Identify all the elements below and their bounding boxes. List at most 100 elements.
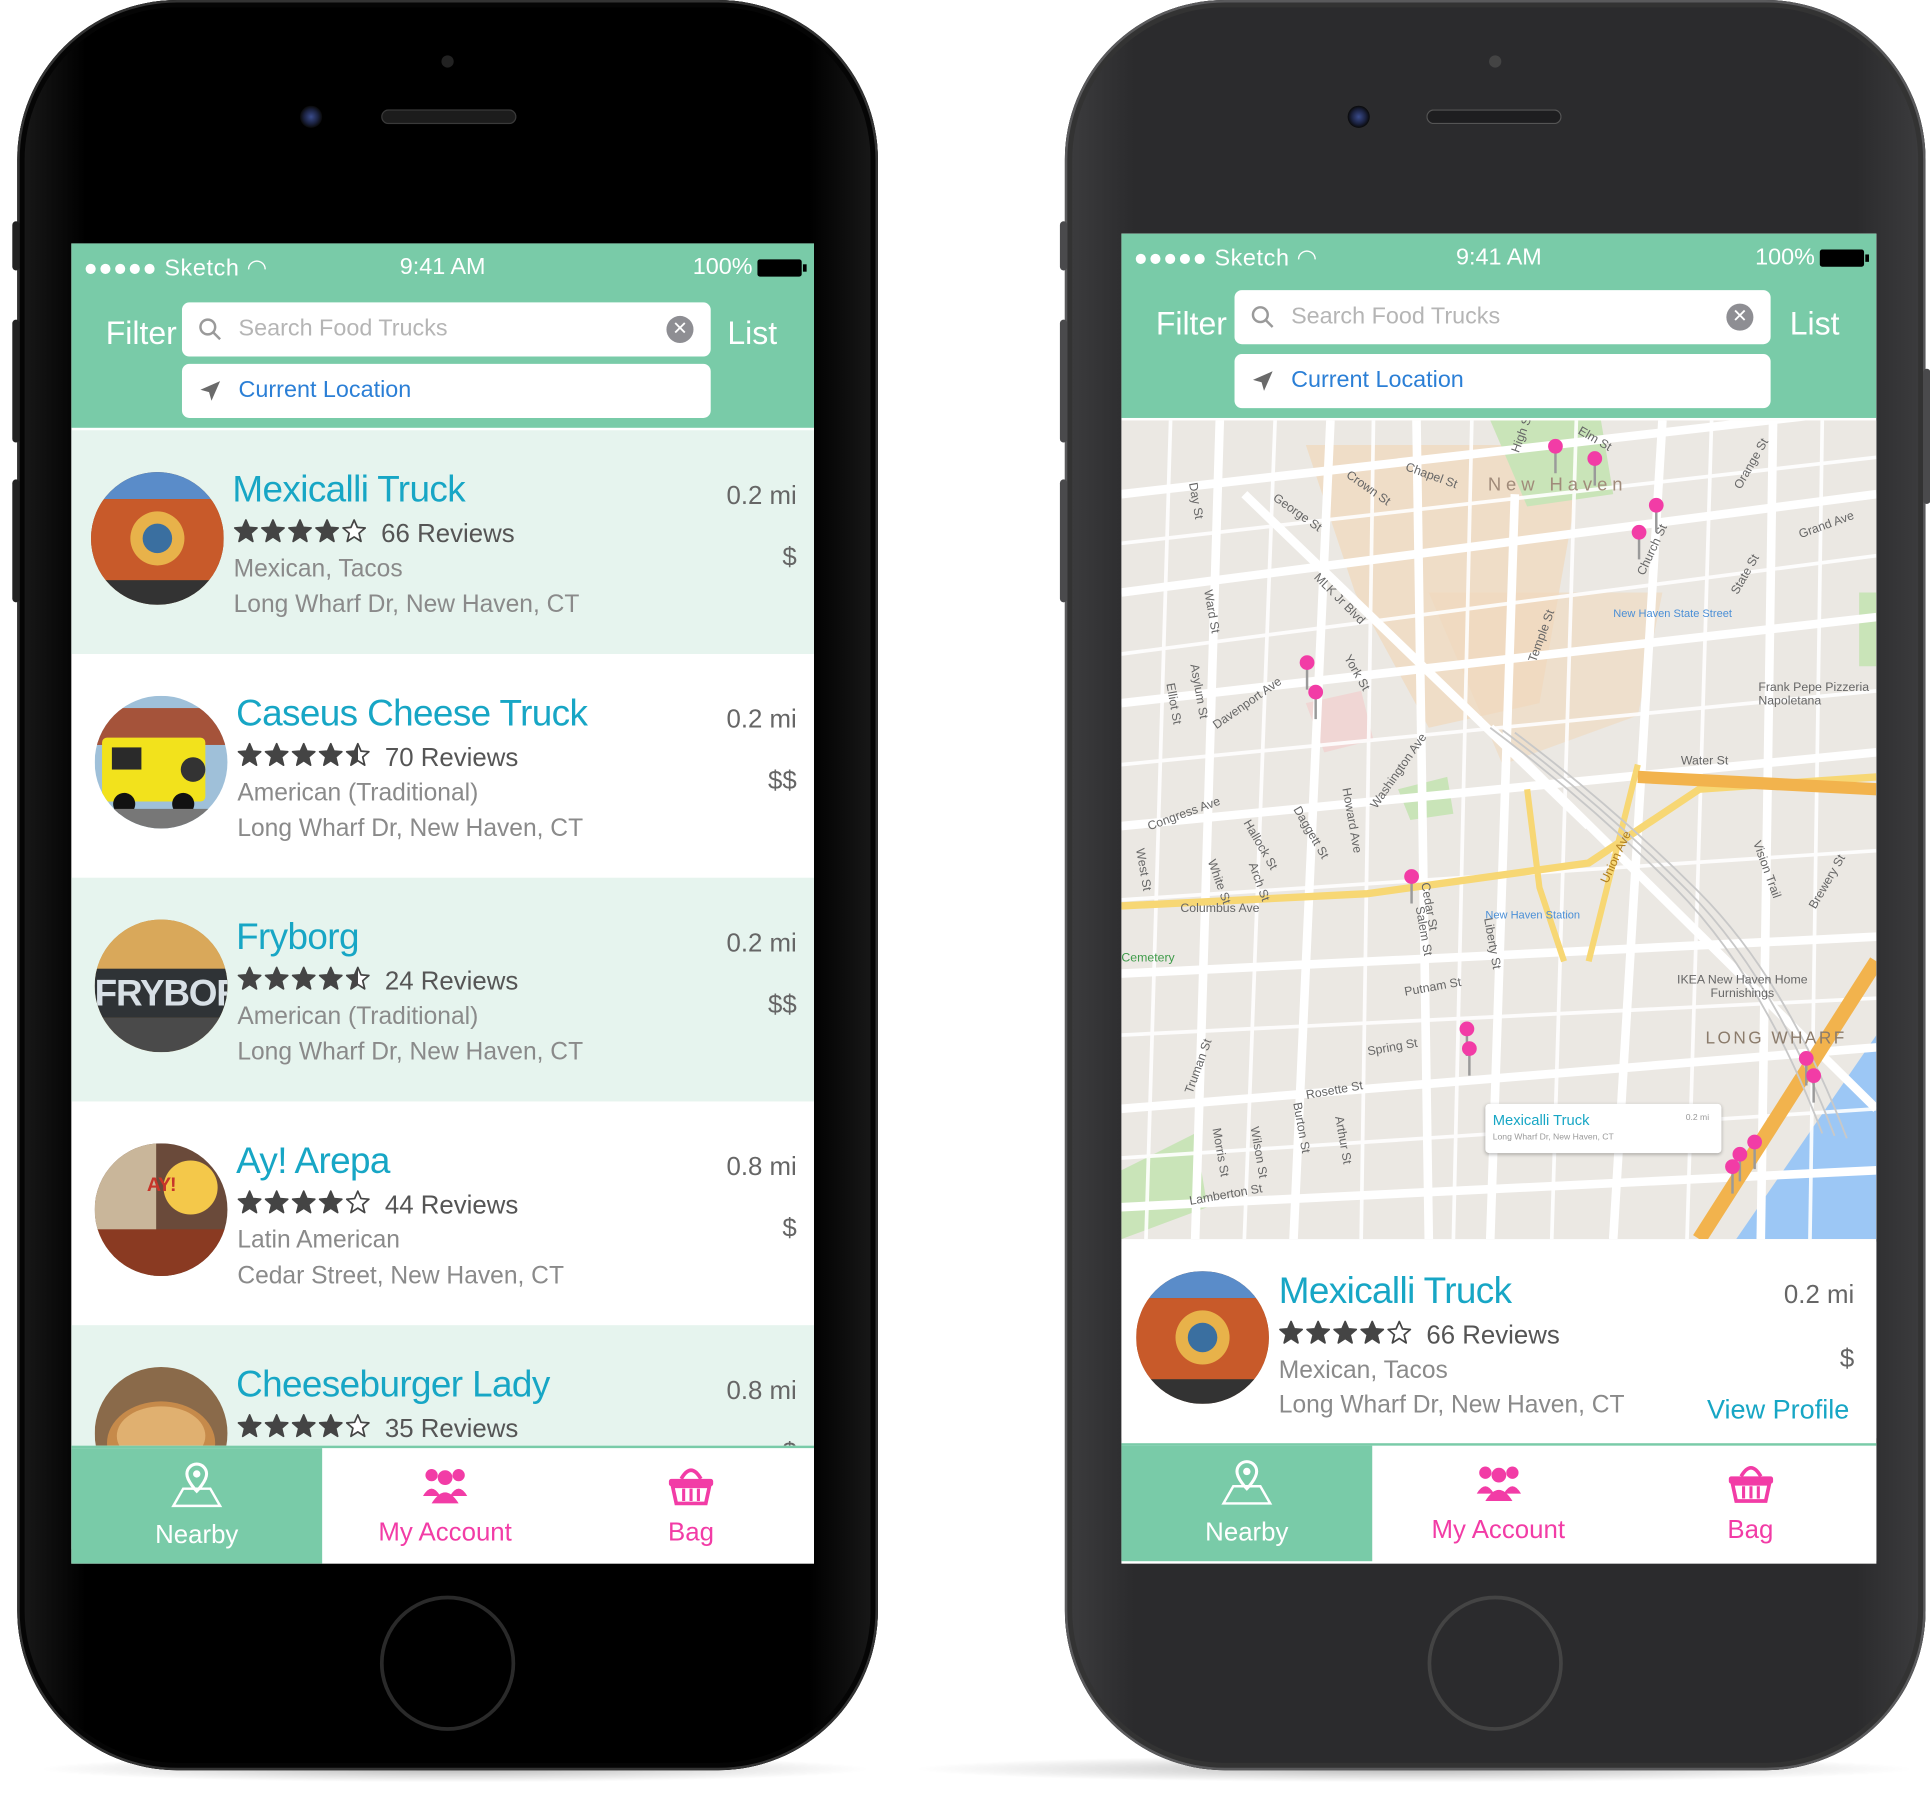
battery-icon [757, 259, 807, 277]
tab-my-account[interactable]: My Account [322, 1448, 568, 1564]
star-icon [1360, 1320, 1385, 1352]
star-icon [288, 519, 313, 551]
truck-name[interactable]: Cheeseburger Lady [236, 1365, 550, 1407]
filter-button[interactable]: Filter [1156, 305, 1227, 343]
tab-bag[interactable]: Bag [1624, 1446, 1876, 1562]
list-toggle-button[interactable]: List [1790, 305, 1840, 343]
users-icon [1474, 1462, 1523, 1511]
detail-distance: 0.2 mi [1783, 1280, 1855, 1310]
truck-address: Long Wharf Dr, New Haven, CT [237, 1038, 584, 1066]
detail-rating: 66 Reviews [1279, 1320, 1560, 1352]
filter-button[interactable]: Filter [106, 315, 177, 353]
tab-nearby[interactable]: Nearby [71, 1448, 323, 1564]
battery-indicator: 100% [1755, 245, 1869, 272]
search-input[interactable]: Search Food Trucks ✕ [1234, 290, 1771, 345]
truck-map-pin[interactable] [1461, 1040, 1478, 1077]
star-icon [1387, 1320, 1412, 1352]
star-icon [318, 742, 343, 774]
volume-down-button [1059, 479, 1068, 603]
home-button[interactable] [379, 1595, 516, 1731]
map-view[interactable]: New Haven LONG WHARF Chapel St George St… [1121, 420, 1877, 1240]
truck-map-pin[interactable] [1586, 450, 1603, 487]
detail-price: $ [1839, 1344, 1855, 1374]
star-icon [318, 966, 343, 998]
truck-name[interactable]: Fryborg [236, 917, 359, 959]
truck-category: American (Traditional) [237, 779, 479, 807]
star-icon [264, 1414, 289, 1446]
map-area-label: New Haven [1487, 474, 1628, 496]
truck-address: Cedar Street, New Haven, CT [237, 1262, 564, 1290]
truck-list-item[interactable]: Mexicalli Truck 66 Reviews Mexican, Taco… [71, 430, 814, 654]
star-icon [291, 1414, 316, 1446]
star-rating [1279, 1320, 1412, 1352]
users-icon [421, 1464, 470, 1513]
detail-truck-name[interactable]: Mexicalli Truck [1279, 1271, 1512, 1313]
truck-rating: 24 Reviews [237, 966, 518, 998]
truck-avatar [94, 695, 228, 829]
truck-map-pin[interactable] [1724, 1158, 1741, 1195]
tab-bar: Nearby My Account Bag [71, 1445, 814, 1564]
search-input[interactable]: Search Food Trucks ✕ [181, 302, 711, 357]
tab-bag[interactable]: Bag [568, 1448, 814, 1564]
truck-category: Latin American [237, 1226, 400, 1254]
selected-truck-card[interactable]: Mexicalli Truck 66 Reviews Mexican, Taco… [1121, 1241, 1877, 1439]
truck-name[interactable]: Ay! Arepa [236, 1141, 390, 1183]
truck-list-item[interactable]: AY! Ay! Arepa 44 Reviews Latin American … [71, 1101, 814, 1325]
truck-distance: 0.8 mi [726, 1376, 797, 1406]
battery-icon [1819, 249, 1869, 267]
tab-nearby[interactable]: Nearby [1121, 1445, 1373, 1562]
view-profile-link[interactable]: View Profile [1707, 1394, 1849, 1426]
truck-rating: 44 Reviews [237, 1190, 518, 1222]
truck-avatar: FRYBORG [94, 919, 228, 1053]
star-icon [264, 966, 289, 998]
star-icon [237, 966, 262, 998]
phone-map-view: ●●●●● Sketch ◠ 9:41 AM 100% Filter List … [1059, 0, 1930, 1771]
tab-my-account[interactable]: My Account [1372, 1446, 1624, 1562]
truck-map-pin[interactable] [1805, 1067, 1822, 1104]
star-icon [237, 1190, 262, 1222]
location-input[interactable]: Current Location [181, 363, 711, 418]
star-icon [291, 966, 316, 998]
truck-avatar: AY! [94, 1143, 228, 1277]
home-button[interactable] [1427, 1595, 1563, 1731]
volume-up-button [1059, 319, 1068, 443]
truck-rating: 35 Reviews [237, 1414, 518, 1446]
truck-map-pin[interactable] [1746, 1133, 1763, 1170]
front-camera [300, 105, 323, 128]
truck-map-pin[interactable] [1307, 683, 1324, 720]
truck-name[interactable]: Caseus Cheese Truck [236, 693, 588, 735]
clear-search-icon[interactable]: ✕ [666, 315, 694, 343]
star-rating [237, 1414, 370, 1446]
map-callout[interactable]: Mexicalli Truck Long Wharf Dr, New Haven… [1485, 1103, 1722, 1154]
status-bar: ●●●●● Sketch ◠ 9:41 AM 100% [1121, 234, 1876, 283]
star-rating [237, 742, 370, 774]
avatar-text: FRYBORG [94, 973, 228, 1015]
star-icon [1306, 1320, 1331, 1352]
truck-address: Long Wharf Dr, New Haven, CT [237, 815, 584, 843]
map-pin-icon [1219, 1459, 1276, 1513]
truck-map-pin[interactable] [1630, 524, 1647, 561]
list-toggle-button[interactable]: List [727, 315, 777, 353]
earpiece-speaker [1426, 109, 1562, 125]
location-input[interactable]: Current Location [1234, 354, 1771, 409]
truck-name[interactable]: Mexicalli Truck [232, 470, 465, 512]
volume-down-button [12, 479, 20, 603]
star-icon [318, 1190, 343, 1222]
proximity-sensor [441, 55, 454, 68]
power-button [1923, 368, 1930, 505]
star-icon [345, 1190, 371, 1222]
truck-map-pin[interactable] [1648, 497, 1665, 534]
truck-map-pin[interactable] [1403, 868, 1420, 905]
star-icon [345, 742, 371, 774]
clear-search-icon[interactable]: ✕ [1726, 303, 1754, 331]
front-camera [1347, 105, 1370, 128]
mockup-stage: ●●●●● Sketch ◠ 9:41 AM 100% Filter List … [0, 0, 1930, 1807]
star-icon [237, 1414, 262, 1446]
truck-rating: 70 Reviews [237, 742, 518, 774]
truck-list-item[interactable]: Caseus Cheese Truck 70 Reviews American … [71, 654, 814, 878]
star-icon [291, 1190, 316, 1222]
truck-list-item[interactable]: FRYBORG Fryborg 24 Reviews American (Tra… [71, 877, 814, 1102]
truck-map-pin[interactable] [1547, 438, 1564, 475]
star-icon [345, 1414, 371, 1446]
star-icon [342, 519, 367, 551]
